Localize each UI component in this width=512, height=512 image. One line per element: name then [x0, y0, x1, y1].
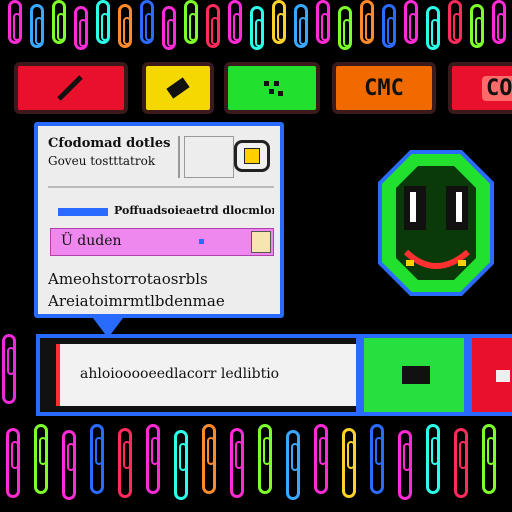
slash-button[interactable]: [14, 62, 128, 114]
dialog-header: Cfodomad dotles: [48, 136, 171, 151]
paperclip-icon: [398, 430, 412, 500]
smiley-badge[interactable]: [376, 148, 496, 298]
paperclip-icon: [470, 4, 484, 48]
paperclip-icon: [342, 428, 356, 498]
paperclip-icon: [30, 4, 44, 48]
paperclip-icon: [52, 0, 66, 44]
paperclip-icon: [8, 0, 22, 44]
tag-icon: [166, 77, 190, 99]
paperclip-row-bottom: [0, 424, 512, 512]
paperclip-icon: [360, 0, 374, 44]
paperclip-icon: [140, 0, 154, 44]
paperclip-icon: [382, 4, 396, 48]
paperclip-icon: [6, 428, 20, 498]
dialog-input[interactable]: Ü duden: [50, 228, 274, 256]
paperclip-icon: [482, 424, 496, 494]
paperclip-icon: [250, 6, 264, 50]
bottom-green-button[interactable]: [360, 334, 468, 416]
co-label: CO: [482, 75, 512, 101]
dialog-field-box[interactable]: [184, 136, 234, 178]
cmc-label: CMC: [364, 75, 404, 101]
paperclip-icon: [426, 6, 440, 50]
paperclip-icon: [492, 0, 506, 44]
input-cursor-dot: [199, 239, 204, 244]
paperclip-icon: [118, 428, 132, 498]
paperclip-icon: [258, 424, 272, 494]
paperclip-icon: [316, 0, 330, 44]
paperclip-icon: [228, 0, 242, 44]
dots-icon: [264, 81, 283, 96]
paperclip-icon: [286, 430, 300, 500]
bottom-text-field[interactable]: ahloiooooeedlacorr ledlibtio: [56, 344, 356, 406]
dialog-link[interactable]: Poffuadsoieaetrd dlocmlors: [114, 204, 274, 217]
paperclip-icon: [34, 424, 48, 494]
paperclip-icon: [118, 4, 132, 48]
cmc-button[interactable]: CMC: [332, 62, 436, 114]
paperclip-icon: [2, 334, 16, 404]
paperclip-icon: [294, 4, 308, 48]
input-edit-icon[interactable]: [251, 231, 271, 253]
paperclip-icon: [90, 424, 104, 494]
red-button-mark: [496, 370, 510, 382]
dialog-separator: [48, 186, 274, 188]
paperclip-icon: [314, 424, 328, 494]
paperclip-icon: [272, 0, 286, 44]
green-button-icon: [402, 366, 430, 384]
paperclip-icon: [230, 428, 244, 498]
co-button[interactable]: CO: [448, 62, 512, 114]
yellow-square-icon: [244, 148, 260, 164]
tag-button[interactable]: [142, 62, 214, 114]
bottom-bar-left: ahloiooooeedlacorr ledlibtio: [36, 334, 360, 416]
dialog-input-value: Ü duden: [61, 233, 122, 249]
dialog-divider: [178, 136, 180, 178]
paperclip-icon: [206, 4, 220, 48]
paperclip-icon: [96, 0, 110, 44]
paperclip-icon: [448, 0, 462, 44]
dialog-panel: Cfodomad dotles Goveu tostttatrok Poffua…: [34, 122, 284, 318]
paperclip-icon: [74, 6, 88, 50]
dialog-blue-tag: [58, 208, 108, 216]
paperclip-icon: [184, 0, 198, 44]
dialog-close-button[interactable]: [234, 140, 270, 172]
bottom-red-button[interactable]: [468, 334, 512, 416]
paperclip-icon: [62, 430, 76, 500]
dialog-line-1: Ameohstorrotaosrbls: [48, 270, 208, 288]
paperclip-icon: [338, 6, 352, 50]
paperclip-icon: [202, 424, 216, 494]
paperclip-icon: [162, 6, 176, 50]
paperclip-icon: [454, 428, 468, 498]
paperclip-icon: [370, 424, 384, 494]
paperclip-icon: [404, 0, 418, 44]
paperclip-row-top: [0, 0, 512, 50]
paperclip-icon: [426, 424, 440, 494]
paperclip-icon: [174, 430, 188, 500]
dialog-subheader: Goveu tostttatrok: [48, 154, 156, 168]
smiley-icon: [378, 150, 494, 296]
dialog-line-2: Areiatoimrmtlbdenmae: [48, 292, 225, 310]
dots-button[interactable]: [224, 62, 320, 114]
bottom-text: ahloiooooeedlacorr ledlibtio: [80, 366, 280, 382]
paperclip-icon: [146, 424, 160, 494]
slash-icon: [57, 75, 83, 101]
